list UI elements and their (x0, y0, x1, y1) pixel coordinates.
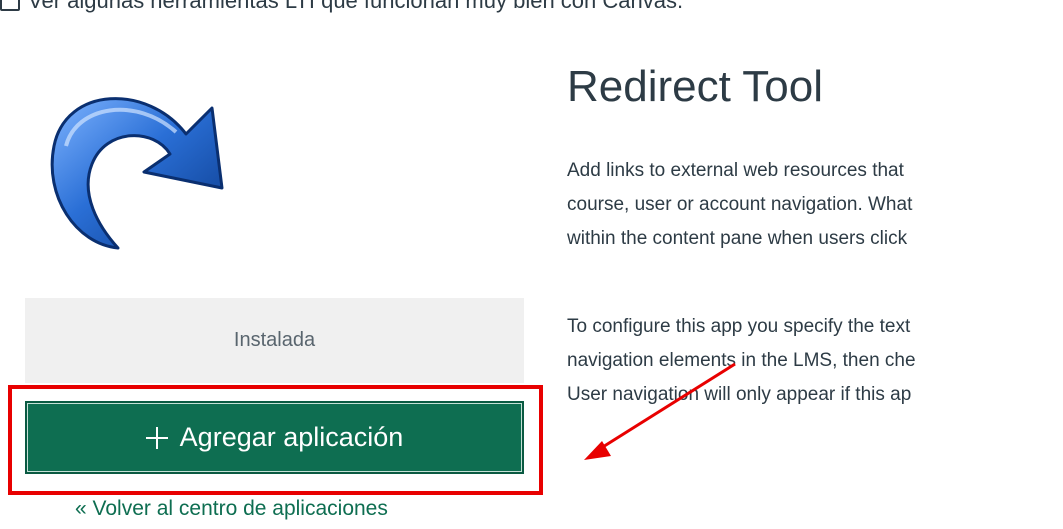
description-line: navigation elements in the LMS, then che (567, 350, 916, 371)
description-line: course, user or account navigation. What (567, 194, 913, 215)
back-to-app-center-link[interactable]: « Volver al centro de aplicaciones (75, 497, 388, 521)
description-paragraph-1: Add links to external web resources that… (567, 154, 1063, 256)
checklist-label: Ver algunas herramientas LTI que funcion… (28, 0, 684, 13)
description-line: within the content pane when users click (567, 228, 908, 249)
description-paragraph-2: To configure this app you specify the te… (567, 310, 1063, 412)
description-line: To configure this app you specify the te… (567, 316, 911, 337)
redirect-arrow-icon (36, 76, 226, 256)
top-checklist-item[interactable]: Ver algunas herramientas LTI que funcion… (0, 0, 683, 16)
plus-icon (145, 426, 168, 449)
description-line: Add links to external web resources that (567, 160, 904, 181)
add-app-button[interactable]: Agregar aplicación (25, 401, 524, 474)
page-title: Redirect Tool (567, 62, 823, 111)
add-app-label: Agregar aplicación (179, 422, 404, 452)
description-line: User navigation will only appear if this… (567, 384, 912, 405)
checkbox[interactable] (0, 0, 20, 11)
installed-status: Instalada (25, 298, 524, 383)
installed-label: Instalada (233, 329, 316, 351)
